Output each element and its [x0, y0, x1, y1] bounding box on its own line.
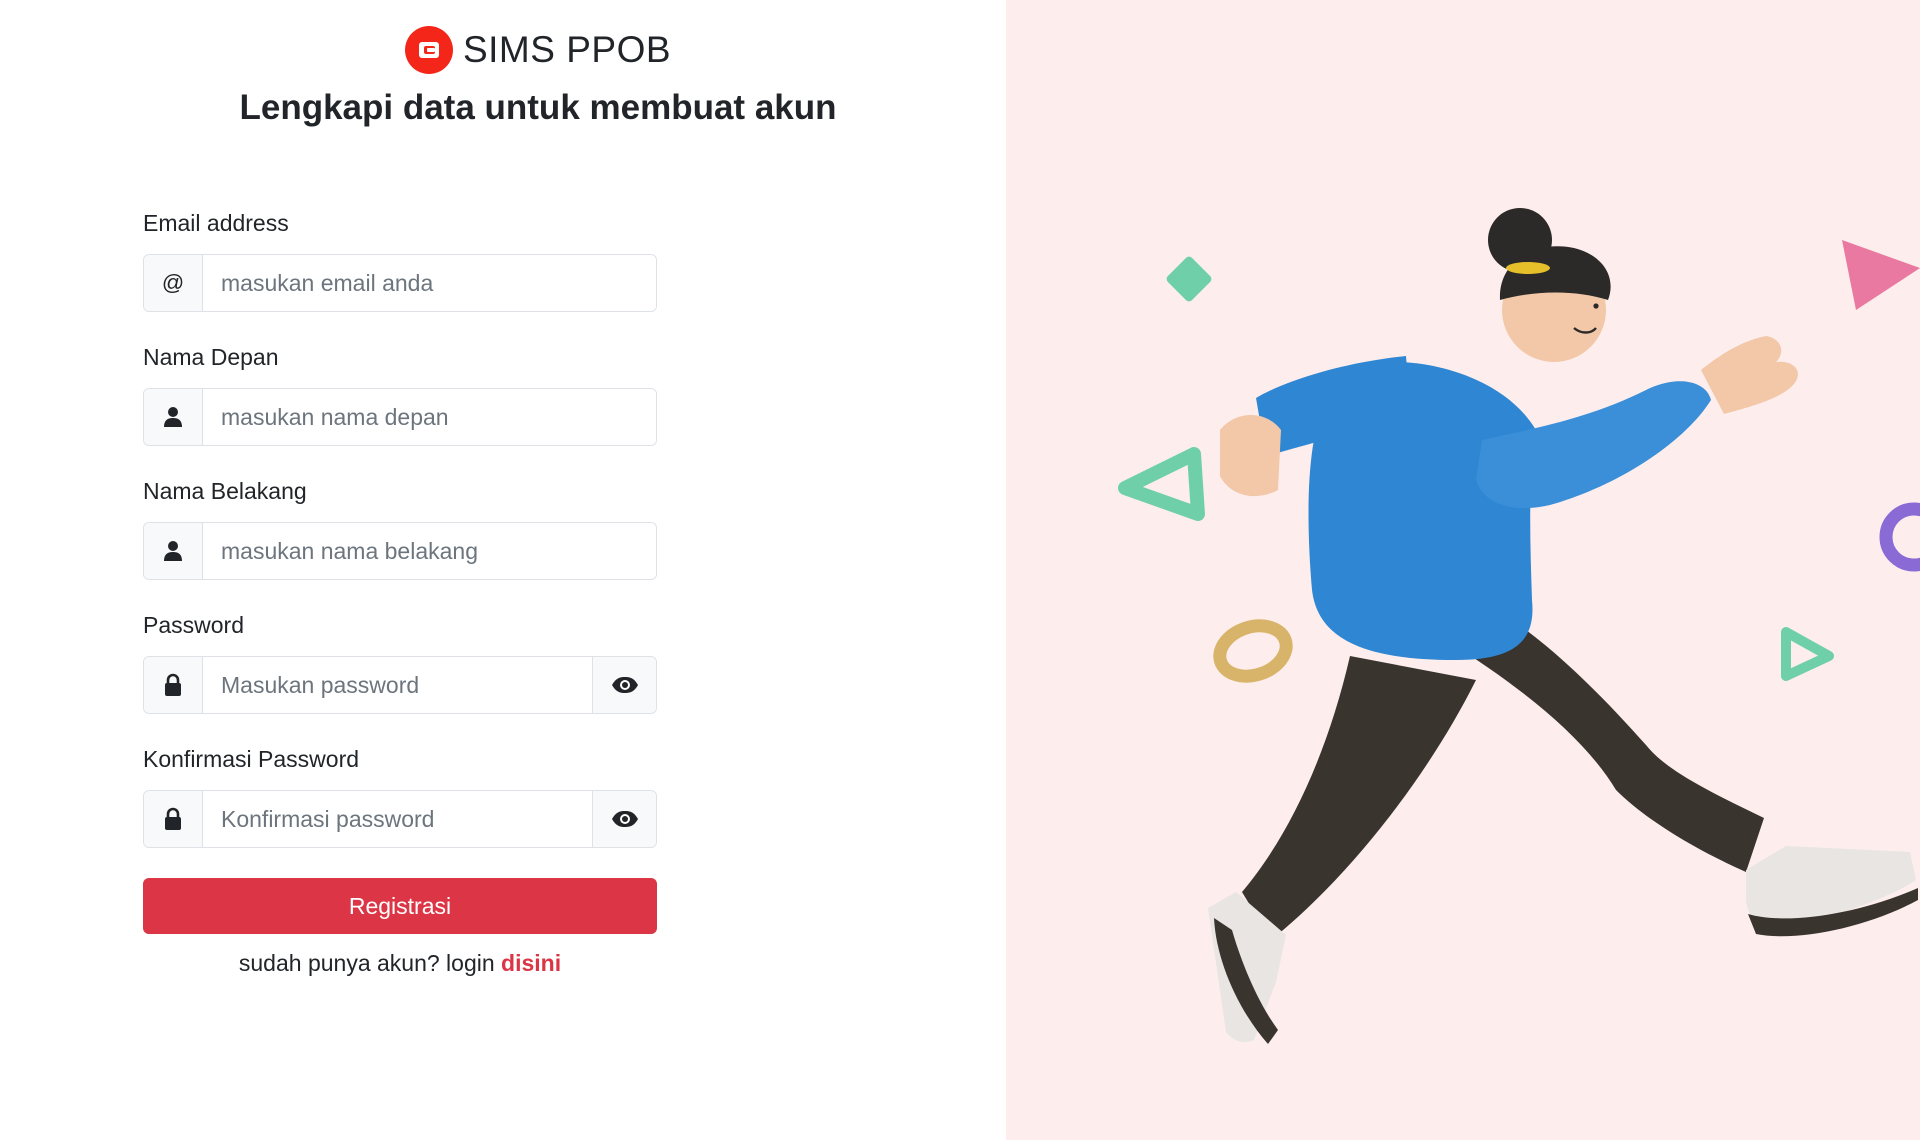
page-title: Lengkapi data untuk membuat akun	[239, 88, 837, 127]
last-name-input-group	[143, 522, 657, 580]
brand: SIMS PPOB	[0, 26, 1076, 74]
first-name-input[interactable]	[203, 389, 656, 445]
illustration-panel	[1006, 0, 1920, 1140]
confirm-password-input-group	[143, 790, 657, 848]
first-name-label: Nama Depan	[143, 344, 279, 370]
eye-icon[interactable]	[592, 791, 656, 847]
at-sign-icon: @	[144, 255, 203, 311]
password-input[interactable]	[203, 657, 592, 713]
first-name-input-group	[143, 388, 657, 446]
lock-icon	[144, 791, 203, 847]
triangle-shape	[1118, 447, 1205, 521]
login-prompt: sudah punya akun? login disini	[143, 950, 657, 977]
diamond-shape	[1166, 256, 1212, 302]
lock-icon	[144, 657, 203, 713]
registration-form: Email address @ Nama Depan Nama Belakang…	[143, 208, 657, 934]
gold-ring-shape	[1213, 619, 1293, 683]
confirm-password-input[interactable]	[203, 791, 592, 847]
last-name-label: Nama Belakang	[143, 478, 307, 504]
triangle-shape-small	[1781, 627, 1834, 681]
login-prompt-text: sudah punya akun? login	[238, 950, 502, 976]
email-input[interactable]	[203, 255, 656, 311]
password-input-group	[143, 656, 657, 714]
pink-triangle-shape	[1842, 240, 1920, 310]
register-button[interactable]: Registrasi	[143, 878, 657, 934]
purple-ring-shape	[1879, 502, 1920, 572]
login-link[interactable]: disini	[501, 950, 561, 976]
person-icon	[144, 389, 203, 445]
email-input-group: @	[143, 254, 657, 312]
wallet-logo-icon	[404, 26, 453, 74]
walking-person-illustration	[1118, 208, 1920, 1044]
form-panel: SIMS PPOB Lengkapi data untuk membuat ak…	[0, 0, 1006, 1140]
eye-icon[interactable]	[592, 657, 656, 713]
email-label: Email address	[143, 210, 289, 236]
last-name-input[interactable]	[203, 523, 656, 579]
password-label: Password	[143, 612, 244, 638]
brand-name: SIMS PPOB	[462, 29, 672, 70]
confirm-password-label: Konfirmasi Password	[143, 746, 360, 772]
person-icon	[144, 523, 203, 579]
